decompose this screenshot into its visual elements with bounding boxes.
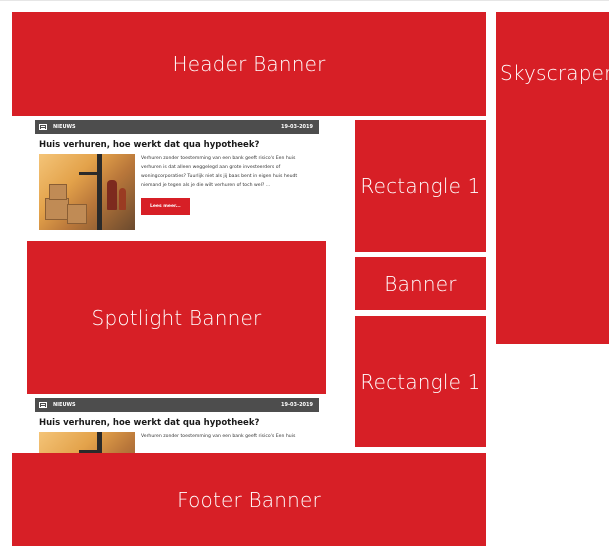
news-text-column: Verhuren zonder toestemming van een bank… <box>141 432 315 453</box>
news-section-label: NIEUWS <box>53 402 76 408</box>
news-text-column: Verhuren zonder toestemming van een bank… <box>141 154 315 230</box>
news-body: Verhuren zonder toestemming van een bank… <box>35 432 319 453</box>
skyscraper-label: Skyscraper <box>500 61 609 85</box>
news-excerpt: Verhuren zonder toestemming van een bank… <box>141 434 296 439</box>
news-excerpt: Verhuren zonder toestemming van een bank… <box>141 156 298 188</box>
news-card-header: NIEUWS 19-03-2019 <box>35 398 319 412</box>
rectangle-1-top-label: Rectangle 1 <box>360 174 481 198</box>
rectangle-1-top-slot[interactable]: Rectangle 1 <box>355 120 486 252</box>
news-photo[interactable] <box>39 154 135 230</box>
news-title[interactable]: Huis verhuren, hoe werkt dat qua hypothe… <box>39 418 315 428</box>
newspaper-icon <box>39 402 47 408</box>
photo-box <box>67 204 87 224</box>
banner-label: Banner <box>384 271 457 296</box>
read-more-button[interactable]: Lees meer... <box>141 198 190 215</box>
rectangle-1-bottom-label: Rectangle 1 <box>360 369 481 394</box>
news-section-label: NIEUWS <box>53 124 76 130</box>
news-date: 19-03-2019 <box>281 402 313 408</box>
photo-person <box>107 180 117 210</box>
spotlight-banner-label: Spotlight Banner <box>91 305 262 330</box>
news-photo[interactable] <box>39 432 135 453</box>
news-title[interactable]: Huis verhuren, hoe werkt dat qua hypothe… <box>39 140 315 150</box>
photo-door-frame <box>97 154 102 230</box>
photo-person <box>119 188 126 210</box>
footer-banner-slot[interactable]: Footer Banner <box>12 453 486 546</box>
news-card-header: NIEUWS 19-03-2019 <box>35 120 319 134</box>
top-divider <box>0 0 609 1</box>
rectangle-1-bottom-slot[interactable]: Rectangle 1 <box>355 316 486 447</box>
news-card[interactable]: NIEUWS 19-03-2019 Huis verhuren, hoe wer… <box>35 398 319 453</box>
photo-box <box>49 184 67 200</box>
photo-door-bar <box>79 172 101 175</box>
banner-slot[interactable]: Banner <box>355 257 486 310</box>
spotlight-banner-slot[interactable]: Spotlight Banner <box>27 241 326 394</box>
newspaper-icon <box>39 124 47 130</box>
news-date: 19-03-2019 <box>281 124 313 130</box>
header-banner-label: Header Banner <box>172 52 326 76</box>
news-body: Verhuren zonder toestemming van een bank… <box>35 154 319 230</box>
photo-box <box>45 198 69 220</box>
skyscraper-slot[interactable]: Skyscraper <box>496 12 609 344</box>
header-banner-slot[interactable]: Header Banner <box>12 12 486 116</box>
news-card[interactable]: NIEUWS 19-03-2019 Huis verhuren, hoe wer… <box>35 120 319 241</box>
footer-banner-label: Footer Banner <box>177 487 321 512</box>
